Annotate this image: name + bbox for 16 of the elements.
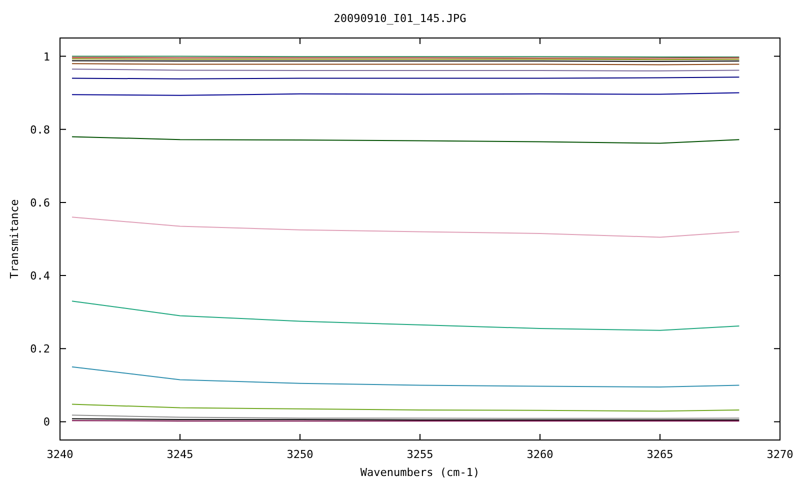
x-tick-label: 3270 [766,448,794,461]
y-tick-label: 0.4 [30,270,50,283]
x-tick-label: 3260 [526,448,554,461]
x-tick-label: 3265 [646,448,674,461]
y-tick-label: 0 [43,416,50,429]
y-tick-label: 0.8 [30,123,50,136]
x-tick-label: 3255 [406,448,434,461]
y-axis-label: Transmitance [8,199,21,279]
x-tick-label: 3250 [286,448,314,461]
chart-title: 20090910_I01_145.JPG [334,12,466,25]
x-axis-label: Wavenumbers (cm-1) [360,466,480,479]
x-tick-label: 3245 [166,448,194,461]
x-tick-label: 3240 [46,448,74,461]
y-tick-label: 0.6 [30,196,50,210]
y-tick-label: 0.2 [30,342,50,356]
y-tick-label: 1 [43,50,50,64]
